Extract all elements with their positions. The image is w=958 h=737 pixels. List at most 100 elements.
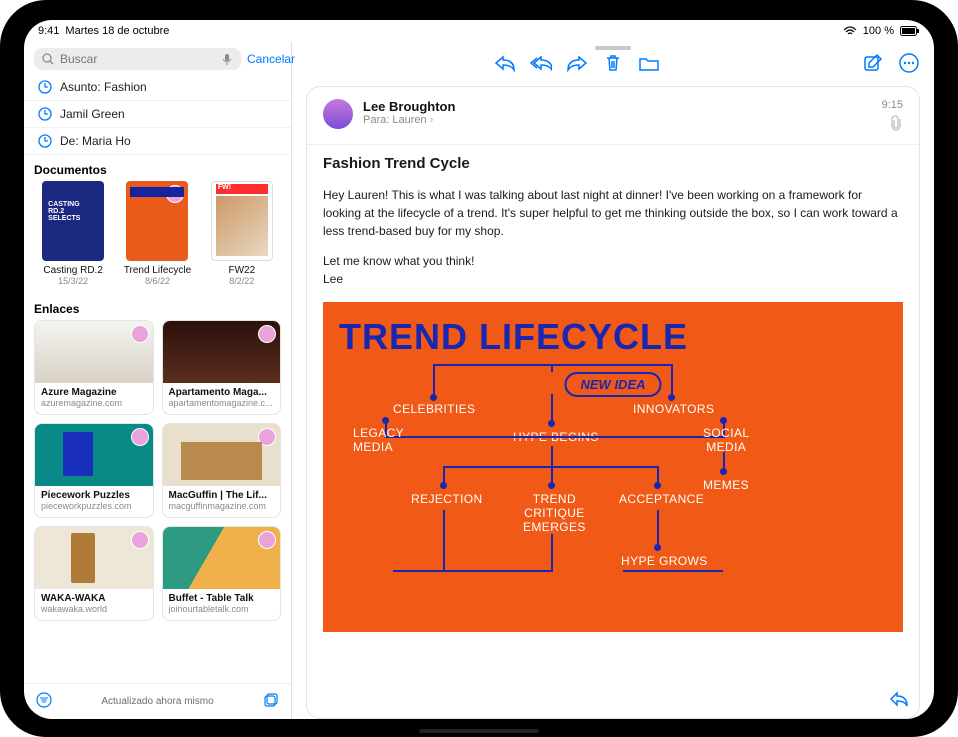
links-header: Enlaces (24, 294, 291, 320)
recent-search-item[interactable]: Asunto: Fashion (24, 74, 291, 101)
stack-icon[interactable] (263, 692, 279, 711)
attachment-icon[interactable] (882, 115, 903, 136)
message-time: 9:15 (882, 99, 903, 111)
node-legacy-media: LEGACY MEDIA (353, 426, 404, 454)
document-name: FW22 (228, 265, 255, 276)
status-time: 9:41 (38, 25, 59, 37)
battery-text: 100 % (863, 25, 894, 37)
battery-icon (900, 26, 920, 36)
more-icon[interactable] (898, 52, 920, 74)
link-domain: wakawaka.world (41, 604, 147, 614)
documents-row: Casting RD.2 15/3/22 Trend Lifecycle 8/6… (24, 181, 291, 294)
node-celebrities: CELEBRITIES (393, 402, 475, 416)
link-domain: joinourtabletalk.com (169, 604, 275, 614)
link-domain: azuremagazine.com (41, 398, 147, 408)
documents-header: Documentos (24, 155, 291, 181)
forward-icon[interactable] (566, 52, 588, 74)
body-paragraph: Hey Lauren! This is what I was talking a… (323, 186, 903, 240)
link-title: Azure Magazine (41, 387, 147, 398)
status-date: Martes 18 de octubre (65, 25, 169, 37)
reply-icon[interactable] (889, 691, 909, 712)
link-domain: macguffinmagazine.com (169, 501, 275, 511)
link-card[interactable]: Buffet - Table Talk joinourtabletalk.com (162, 526, 282, 621)
link-title: Apartamento Maga... (169, 387, 275, 398)
recent-search-item[interactable]: Jamil Green (24, 101, 291, 128)
sidebar: Cancelar Asunto: Fashion Jamil Green De:… (24, 42, 292, 719)
document-thumbnail (126, 181, 188, 261)
link-title: WAKA-WAKA (41, 593, 147, 604)
recent-label: De: Maria Ho (60, 134, 131, 148)
sidebar-footer: Actualizado ahora mismo (24, 683, 291, 719)
trash-icon[interactable] (602, 52, 624, 74)
to-prefix: Para: (363, 114, 389, 126)
link-domain: pieceworkpuzzles.com (41, 501, 147, 511)
link-card[interactable]: MacGuffin | The Lif... macguffinmagazine… (162, 423, 282, 518)
document-thumbnail (42, 181, 104, 261)
link-card[interactable]: Piecework Puzzles pieceworkpuzzles.com (34, 423, 154, 518)
link-domain: apartamentomagazine.c... (169, 398, 275, 408)
mail-card: Lee Broughton Para: Lauren › 9:15 (306, 86, 920, 719)
recent-label: Asunto: Fashion (60, 80, 147, 94)
chevron-right-icon: › (430, 114, 434, 126)
node-acceptance: ACCEPTANCE (619, 492, 704, 506)
sender-name[interactable]: Lee Broughton (363, 99, 872, 114)
link-thumbnail (163, 424, 281, 486)
clock-icon (38, 134, 52, 148)
message-header: Lee Broughton Para: Lauren › 9:15 (307, 87, 919, 145)
link-thumbnail (35, 527, 153, 589)
document-name: Trend Lifecycle (124, 265, 191, 276)
compose-icon[interactable] (862, 52, 884, 74)
wifi-icon (843, 26, 857, 36)
document-item[interactable]: Casting RD.2 15/3/22 (34, 181, 112, 286)
message-body: Fashion Trend Cycle Hey Lauren! This is … (307, 145, 919, 632)
node-trend-critique: TREND CRITIQUE EMERGES (523, 492, 586, 534)
clock-icon (38, 80, 52, 94)
document-item[interactable]: Trend Lifecycle 8/6/22 (118, 181, 196, 286)
link-thumbnail (163, 321, 281, 383)
infographic-title: TREND LIFECYCLE (323, 302, 903, 362)
node-innovators: INNOVATORS (633, 402, 714, 416)
document-item[interactable]: FW22 8/2/22 (203, 181, 281, 286)
mail-pane: Lee Broughton Para: Lauren › 9:15 (292, 42, 934, 719)
link-thumbnail (35, 424, 153, 486)
node-social-media: SOCIAL MEDIA (703, 426, 749, 454)
recent-label: Jamil Green (60, 107, 125, 121)
document-date: 15/3/22 (58, 276, 88, 286)
search-input[interactable] (60, 52, 215, 66)
document-name: Casting RD.2 (43, 265, 102, 276)
link-card[interactable]: Azure Magazine azuremagazine.com (34, 320, 154, 415)
link-thumbnail (35, 321, 153, 383)
folder-icon[interactable] (638, 52, 660, 74)
body-paragraph: Lee (323, 270, 903, 288)
document-date: 8/2/22 (229, 276, 254, 286)
link-thumbnail (163, 527, 281, 589)
search-icon (42, 53, 54, 65)
node-hype-grows: HYPE GROWS (621, 554, 708, 568)
mail-toolbar (292, 52, 934, 78)
links-grid: Azure Magazine azuremagazine.com Apartam… (24, 320, 291, 621)
link-title: MacGuffin | The Lif... (169, 490, 275, 501)
link-card[interactable]: Apartamento Maga... apartamentomagazine.… (162, 320, 282, 415)
body-paragraph: Let me know what you think! (323, 254, 903, 268)
filter-icon[interactable] (36, 692, 52, 711)
document-date: 8/6/22 (145, 276, 170, 286)
reply-all-icon[interactable] (530, 52, 552, 74)
link-title: Piecework Puzzles (41, 490, 147, 501)
link-card[interactable]: WAKA-WAKA wakawaka.world (34, 526, 154, 621)
recent-search-item[interactable]: De: Maria Ho (24, 128, 291, 155)
link-title: Buffet - Table Talk (169, 593, 275, 604)
search-field[interactable] (34, 48, 241, 70)
node-new-idea: NEW IDEA (565, 372, 662, 397)
document-thumbnail (211, 181, 273, 261)
status-bar: 9:41 Martes 18 de octubre 100 % (24, 20, 934, 42)
to-line[interactable]: Para: Lauren › (363, 114, 872, 126)
sender-avatar[interactable] (323, 99, 353, 129)
mic-icon[interactable] (221, 53, 233, 65)
grabber-icon[interactable] (595, 46, 631, 50)
clock-icon (38, 107, 52, 121)
to-name: Lauren (392, 114, 426, 126)
node-memes: MEMES (703, 478, 749, 492)
reply-icon[interactable] (494, 52, 516, 74)
sync-status: Actualizado ahora mismo (101, 696, 213, 707)
cancel-button[interactable]: Cancelar (247, 52, 295, 66)
